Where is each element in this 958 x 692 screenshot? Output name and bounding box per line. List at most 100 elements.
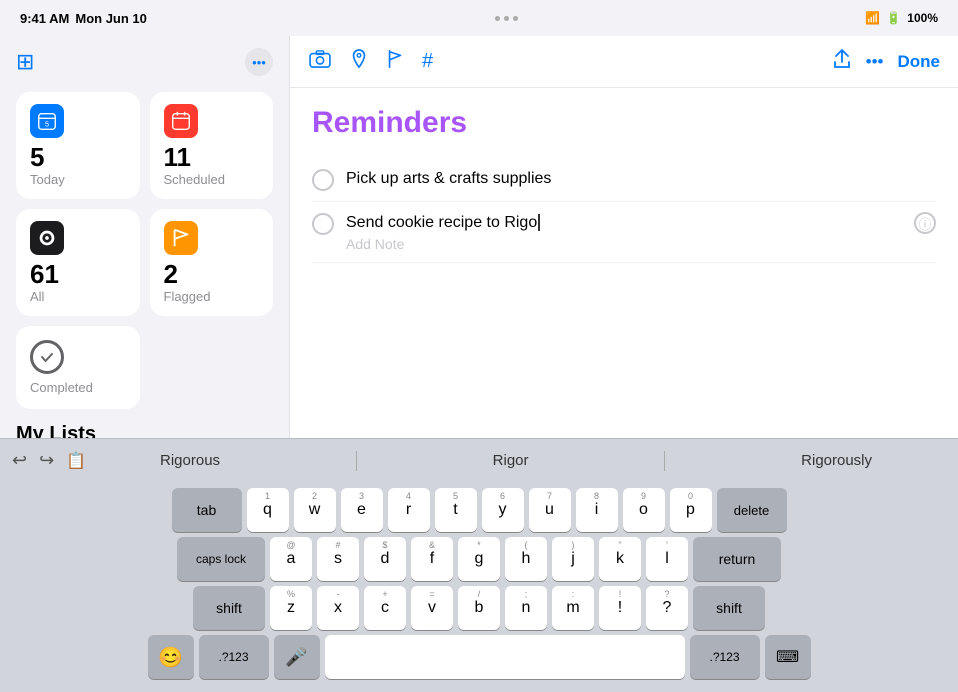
delete-key[interactable]: delete [717,488,787,532]
key-v[interactable]: =v [411,586,453,630]
reminder-checkbox-1[interactable] [312,169,334,191]
key-row-3: shift %z -x +c =v /b ;n :m !! ?? shift [4,586,954,630]
key-row-bottom: 😊 .?123 🎤 .?123 ⌨ [4,635,954,679]
key-t[interactable]: 5t [435,488,477,532]
keyboard-dismiss-key[interactable]: ⌨ [765,635,811,679]
toolbar-right-icons: ••• Done [832,48,940,76]
key-a[interactable]: @a [270,537,312,581]
reminder-note-2[interactable]: Add Note [346,236,902,252]
capslock-key[interactable]: caps lock [177,537,265,581]
key-p[interactable]: 0p [670,488,712,532]
key-u[interactable]: 7u [529,488,571,532]
status-bar-left: 9:41 AM Mon Jun 10 [20,11,147,26]
key-d[interactable]: $d [364,537,406,581]
reminder-item-2: Send cookie recipe to Rigo Add Note ⓘ [312,202,936,263]
numbers-key-right[interactable]: .?123 [690,635,760,679]
reminders-title: Reminders [312,106,936,140]
share-icon[interactable] [832,48,852,76]
key-row-1: tab 1q 2w 3e 4r 5t 6y 7u 8i 9o 0p delete [4,488,954,532]
key-w[interactable]: 2w [294,488,336,532]
status-bar-dots [495,16,518,21]
space-key[interactable] [325,635,685,679]
key-b[interactable]: /b [458,586,500,630]
numbers-key-left[interactable]: .?123 [199,635,269,679]
key-q[interactable]: 1q [247,488,289,532]
smart-lists-grid: 5 5 Today 11 Scheduled [16,92,273,316]
scheduled-icon [164,104,198,138]
tab-key[interactable]: tab [172,488,242,532]
status-date: Mon Jun 10 [75,11,147,26]
suggestion-1[interactable]: Rigorous [148,448,232,473]
hashtag-icon[interactable]: # [422,50,433,73]
scheduled-label: Scheduled [164,172,260,187]
emoji-key[interactable]: 😊 [148,635,194,679]
suggestion-2[interactable]: Rigor [481,448,541,473]
autocorrect-left: ↩ ↪ 📋 [12,450,86,471]
key-s[interactable]: #s [317,537,359,581]
camera-icon[interactable] [308,50,332,74]
key-o[interactable]: 9o [623,488,665,532]
toolbar-left-icons: # [308,49,433,75]
reminder-text-block-2: Send cookie recipe to Rigo Add Note [346,212,902,252]
keyboard-area: ↩ ↪ 📋 Rigorous Rigor Rigorously tab 1q 2… [0,438,958,692]
smart-card-flagged[interactable]: 2 Flagged [150,209,274,316]
keyboard: tab 1q 2w 3e 4r 5t 6y 7u 8i 9o 0p delete… [0,482,958,692]
reminder-checkbox-2[interactable] [312,213,334,235]
key-f[interactable]: &f [411,537,453,581]
detail-toolbar: # ••• Done [290,36,958,88]
key-e[interactable]: 3e [341,488,383,532]
key-row-2: caps lock @a #s $d &f *g (h )j "k 'l ret… [4,537,954,581]
key-g[interactable]: *g [458,537,500,581]
key-l[interactable]: 'l [646,537,688,581]
undo-icon[interactable]: ↩ [12,450,27,471]
key-n[interactable]: ;n [505,586,547,630]
divider-2 [664,451,665,471]
suggestion-3[interactable]: Rigorously [789,448,884,473]
reminder-text-1[interactable]: Pick up arts & crafts supplies [346,168,936,190]
return-key[interactable]: return [693,537,781,581]
wifi-icon: 📶 [865,11,880,25]
shift-left-key[interactable]: shift [193,586,265,630]
flagged-label: Flagged [164,289,260,304]
key-m[interactable]: :m [552,586,594,630]
smart-card-today[interactable]: 5 5 Today [16,92,140,199]
status-time: 9:41 AM [20,11,69,26]
key-exclaim[interactable]: !! [599,586,641,630]
all-label: All [30,289,126,304]
paste-icon[interactable]: 📋 [66,451,86,471]
key-i[interactable]: 8i [576,488,618,532]
done-button[interactable]: Done [898,52,941,72]
reminder-info-icon-2[interactable]: ⓘ [914,212,936,234]
autocorrect-suggestions: Rigorous Rigor Rigorously [86,448,946,473]
key-r[interactable]: 4r [388,488,430,532]
microphone-key[interactable]: 🎤 [274,635,320,679]
key-question[interactable]: ?? [646,586,688,630]
key-h[interactable]: (h [505,537,547,581]
autocorrect-bar: ↩ ↪ 📋 Rigorous Rigor Rigorously [0,438,958,482]
shift-right-key[interactable]: shift [693,586,765,630]
more-options-icon[interactable]: ••• [866,52,884,72]
divider-1 [356,451,357,471]
completed-label: Completed [30,380,126,395]
location-icon[interactable] [350,49,368,75]
scheduled-count: 11 [164,144,260,170]
sidebar-more-button[interactable]: ••• [245,48,273,76]
more-icon: ••• [252,55,266,70]
key-x[interactable]: -x [317,586,359,630]
smart-card-scheduled[interactable]: 11 Scheduled [150,92,274,199]
completed-row: Completed [16,326,273,409]
key-j[interactable]: )j [552,537,594,581]
redo-icon[interactable]: ↪ [39,450,54,471]
sidebar-toggle-icon[interactable]: ⊞ [16,49,34,75]
key-y[interactable]: 6y [482,488,524,532]
reminder-text-block-1: Pick up arts & crafts supplies [346,168,936,190]
flag-icon[interactable] [386,49,404,75]
today-count: 5 [30,144,126,170]
smart-card-completed[interactable]: Completed [16,326,140,409]
smart-card-all[interactable]: 61 All [16,209,140,316]
flagged-count: 2 [164,261,260,287]
key-k[interactable]: "k [599,537,641,581]
key-c[interactable]: +c [364,586,406,630]
key-z[interactable]: %z [270,586,312,630]
reminder-text-2[interactable]: Send cookie recipe to Rigo [346,212,902,234]
